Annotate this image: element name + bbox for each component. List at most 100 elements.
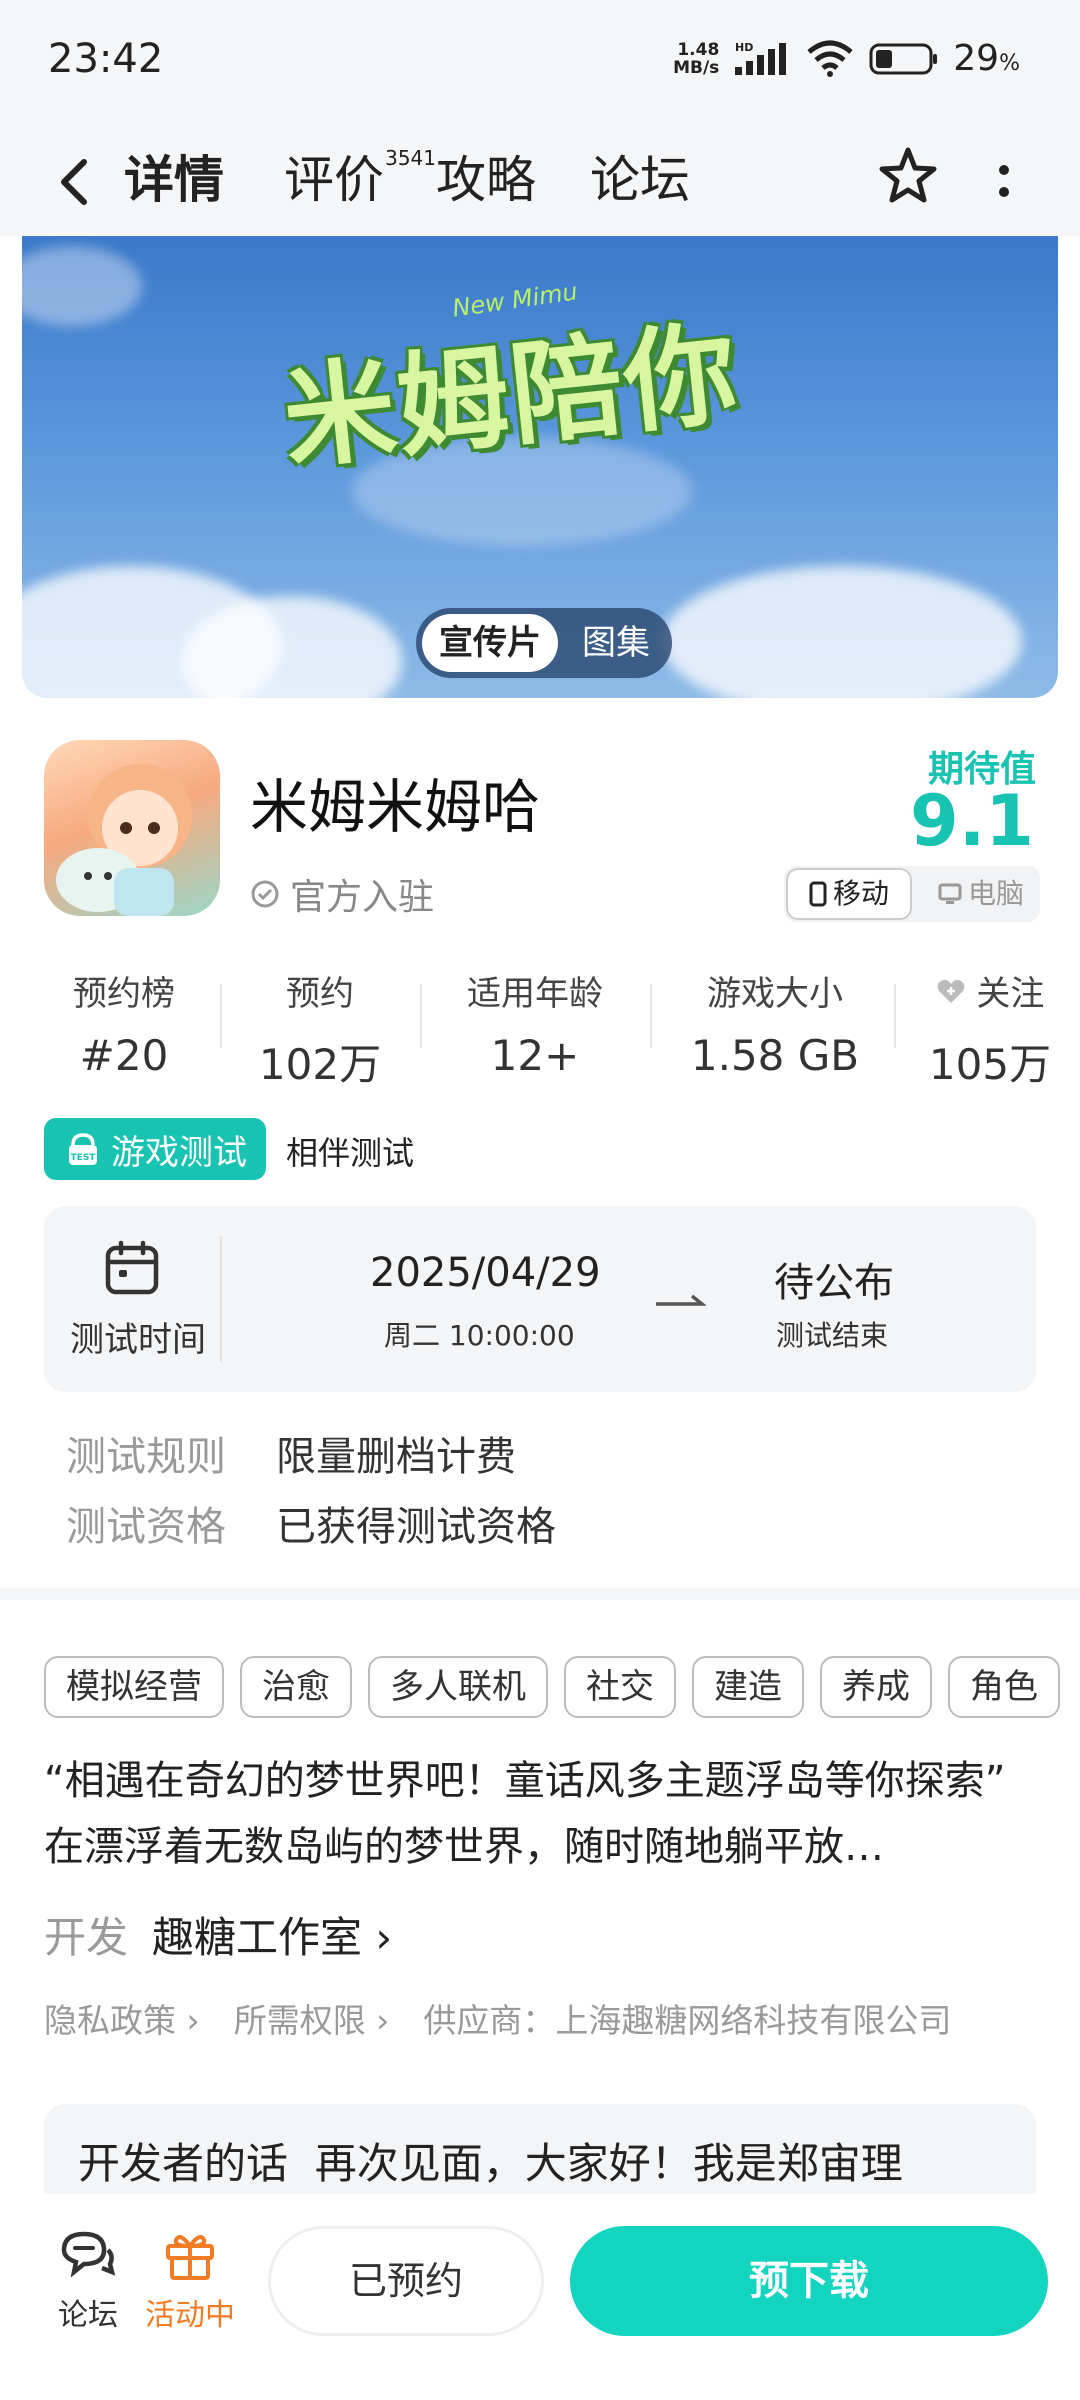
stat-rank-label: 预约榜 (73, 974, 175, 1014)
developer-row[interactable]: 开发 趣糖工作室 › (44, 1904, 392, 1965)
stat-follow-value: 105万 (928, 1040, 1052, 1089)
gallery-toggle-button[interactable]: 图集 (568, 614, 664, 672)
bottom-action-bar: 论坛 活动中 已预约 预下载 (0, 2200, 1080, 2400)
developer-label: 开发 (44, 1913, 129, 1962)
test-rule-key: 测试规则 (66, 1434, 226, 1480)
game-title: 米姆米姆哈 (250, 773, 541, 841)
test-time-label: 测试时间 (70, 1320, 206, 1360)
stat-rank[interactable]: 预约榜 #20 (56, 966, 192, 1080)
stat-follow-text: 关注 (976, 974, 1045, 1014)
promo-banner[interactable]: New Mimu 米姆陪你 宣传片 图集 (22, 236, 1058, 698)
battery-percent: 29% (953, 38, 1020, 79)
stat-age[interactable]: 适用年龄 12+ (450, 966, 620, 1080)
game-character-icon (56, 764, 192, 916)
tab-details[interactable]: 详情 (120, 140, 232, 214)
calendar-icon (105, 1240, 159, 1295)
more-options-icon[interactable] (996, 152, 1012, 212)
section-divider (0, 1588, 1080, 1600)
chat-bubble-icon (61, 2231, 116, 2278)
svg-text:TEST: TEST (71, 1153, 97, 1163)
tag-item[interactable]: 治愈 (240, 1656, 352, 1718)
tag-list: 模拟经营 治愈 多人联机 社交 建造 养成 角色 (44, 1656, 1076, 1718)
arrow-right-icon (656, 1294, 706, 1306)
stat-follow[interactable]: 关注 105万 (920, 966, 1060, 1092)
official-badge: 官方入驻 (250, 868, 434, 920)
tab-guides[interactable]: 攻略 (436, 140, 536, 212)
status-time: 23:42 (48, 36, 164, 82)
official-label: 官方入驻 (290, 877, 435, 918)
media-toggle: 宣传片 图集 (416, 608, 672, 678)
platform-mobile-button[interactable]: 移动 (786, 868, 912, 920)
top-nav: 详情 评价 3541 攻略 论坛 (0, 128, 1080, 236)
developer-words-text: 再次见面，大家好！我是郑宙理 (314, 2139, 903, 2188)
forum-button[interactable]: 论坛 (52, 2228, 124, 2334)
speed-value: 1.48 (677, 39, 720, 60)
review-count-badge: 3541 (385, 146, 436, 170)
stat-follow-label: 关注 (920, 966, 1060, 1015)
status-bar: 23:42 1.48 MB/s HD 29% (0, 0, 1080, 128)
test-rule-row: 测试规则 限量删档计费 (66, 1424, 516, 1482)
favorite-star-icon[interactable] (876, 144, 940, 208)
activity-label: 活动中 (145, 2298, 235, 2333)
developer-words-card[interactable]: 开发者的话 再次见面，大家好！我是郑宙理 (44, 2104, 1036, 2194)
platform-pc-label: 电脑 (967, 877, 1024, 910)
tag-item[interactable]: 角色 (948, 1656, 1060, 1718)
tag-item[interactable]: 养成 (820, 1656, 932, 1718)
tab-details-label: 详情 (124, 151, 224, 209)
svg-text:HD: HD (735, 41, 753, 54)
game-app-icon (44, 740, 220, 916)
test-type: 相伴测试 (286, 1134, 415, 1172)
test-end-label: 测试结束 (776, 1319, 889, 1352)
test-rule-value: 限量删档计费 (276, 1434, 516, 1480)
tag-item[interactable]: 建造 (692, 1656, 804, 1718)
game-stats: 预约榜 #20 预约 102万 适用年龄 12+ 游戏大小 1.58 GB 关注… (0, 966, 1080, 1089)
tag-item[interactable]: 多人联机 (368, 1656, 548, 1718)
info-links: 隐私政策 › 所需权限 › 供应商：上海趣糖网络科技有限公司 (44, 1994, 985, 2042)
stat-rank-value: #20 (79, 1031, 169, 1080)
monitor-icon (938, 883, 962, 904)
network-speed: 1.48 MB/s (673, 41, 719, 77)
platform-mobile-label: 移动 (832, 877, 889, 910)
tab-forum[interactable]: 论坛 (590, 140, 690, 212)
test-qualification-row: 测试资格 已获得测试资格 (66, 1494, 556, 1552)
wifi-icon (807, 40, 853, 77)
tag-item[interactable]: 模拟经营 (44, 1656, 224, 1718)
stat-age-label: 适用年龄 (467, 974, 603, 1014)
stat-size-value: 1.58 GB (690, 1031, 860, 1080)
tab-reviews-label: 评价 (284, 151, 384, 209)
game-description[interactable]: “相遇在奇幻的梦世界吧！童话风多主题浮岛等你探索” 在漂浮着无数岛屿的梦世界，随… (44, 1748, 1034, 1880)
privacy-policy-link[interactable]: 隐私政策 › (44, 2001, 200, 2040)
signal-icon: HD (735, 41, 787, 75)
expectation-score: 9.1 (909, 780, 1034, 862)
activity-button[interactable]: 活动中 (142, 2228, 238, 2334)
tab-reviews[interactable]: 评价 3541 (284, 140, 436, 212)
tag-item[interactable]: 社交 (564, 1656, 676, 1718)
gift-icon (166, 2235, 214, 2280)
developer-name: 趣糖工作室 › (152, 1913, 393, 1962)
reserved-button[interactable]: 已预约 (268, 2226, 544, 2336)
supplier-info: 供应商：上海趣糖网络科技有限公司 (423, 2001, 952, 2040)
heart-plus-icon (937, 979, 964, 1003)
back-arrow-icon[interactable] (50, 150, 98, 214)
tab-forum-label: 论坛 (590, 151, 690, 209)
test-start-time: 周二 10:00:00 (384, 1319, 575, 1352)
video-toggle-button[interactable]: 宣传片 (422, 614, 558, 672)
game-test-badge[interactable]: TEST 游戏测试 (44, 1118, 266, 1180)
check-circle-icon (251, 880, 279, 908)
status-icons: 1.48 MB/s HD 29% (673, 38, 1020, 79)
stat-reservations: 预约 102万 (250, 966, 390, 1092)
platform-pc-button[interactable]: 电脑 (926, 866, 1036, 922)
test-qualification-key: 测试资格 (66, 1504, 226, 1550)
banner-logo: 米姆陪你 (277, 308, 745, 486)
forum-label: 论坛 (58, 2298, 118, 2333)
permissions-link[interactable]: 所需权限 › (234, 2001, 390, 2040)
stat-reservations-value: 102万 (258, 1040, 382, 1089)
test-time-card: 测试时间 2025/04/29 周二 10:00:00 待公布 测试结束 (44, 1206, 1036, 1392)
test-start-date: 2025/04/29 (370, 1250, 601, 1296)
stat-age-value: 12+ (490, 1031, 580, 1080)
predownload-button[interactable]: 预下载 (570, 2226, 1048, 2336)
stat-size: 游戏大小 1.58 GB (680, 966, 870, 1080)
stat-reservations-label: 预约 (286, 974, 354, 1014)
test-end-status: 待公布 (774, 1260, 894, 1306)
tab-guides-label: 攻略 (436, 151, 536, 209)
